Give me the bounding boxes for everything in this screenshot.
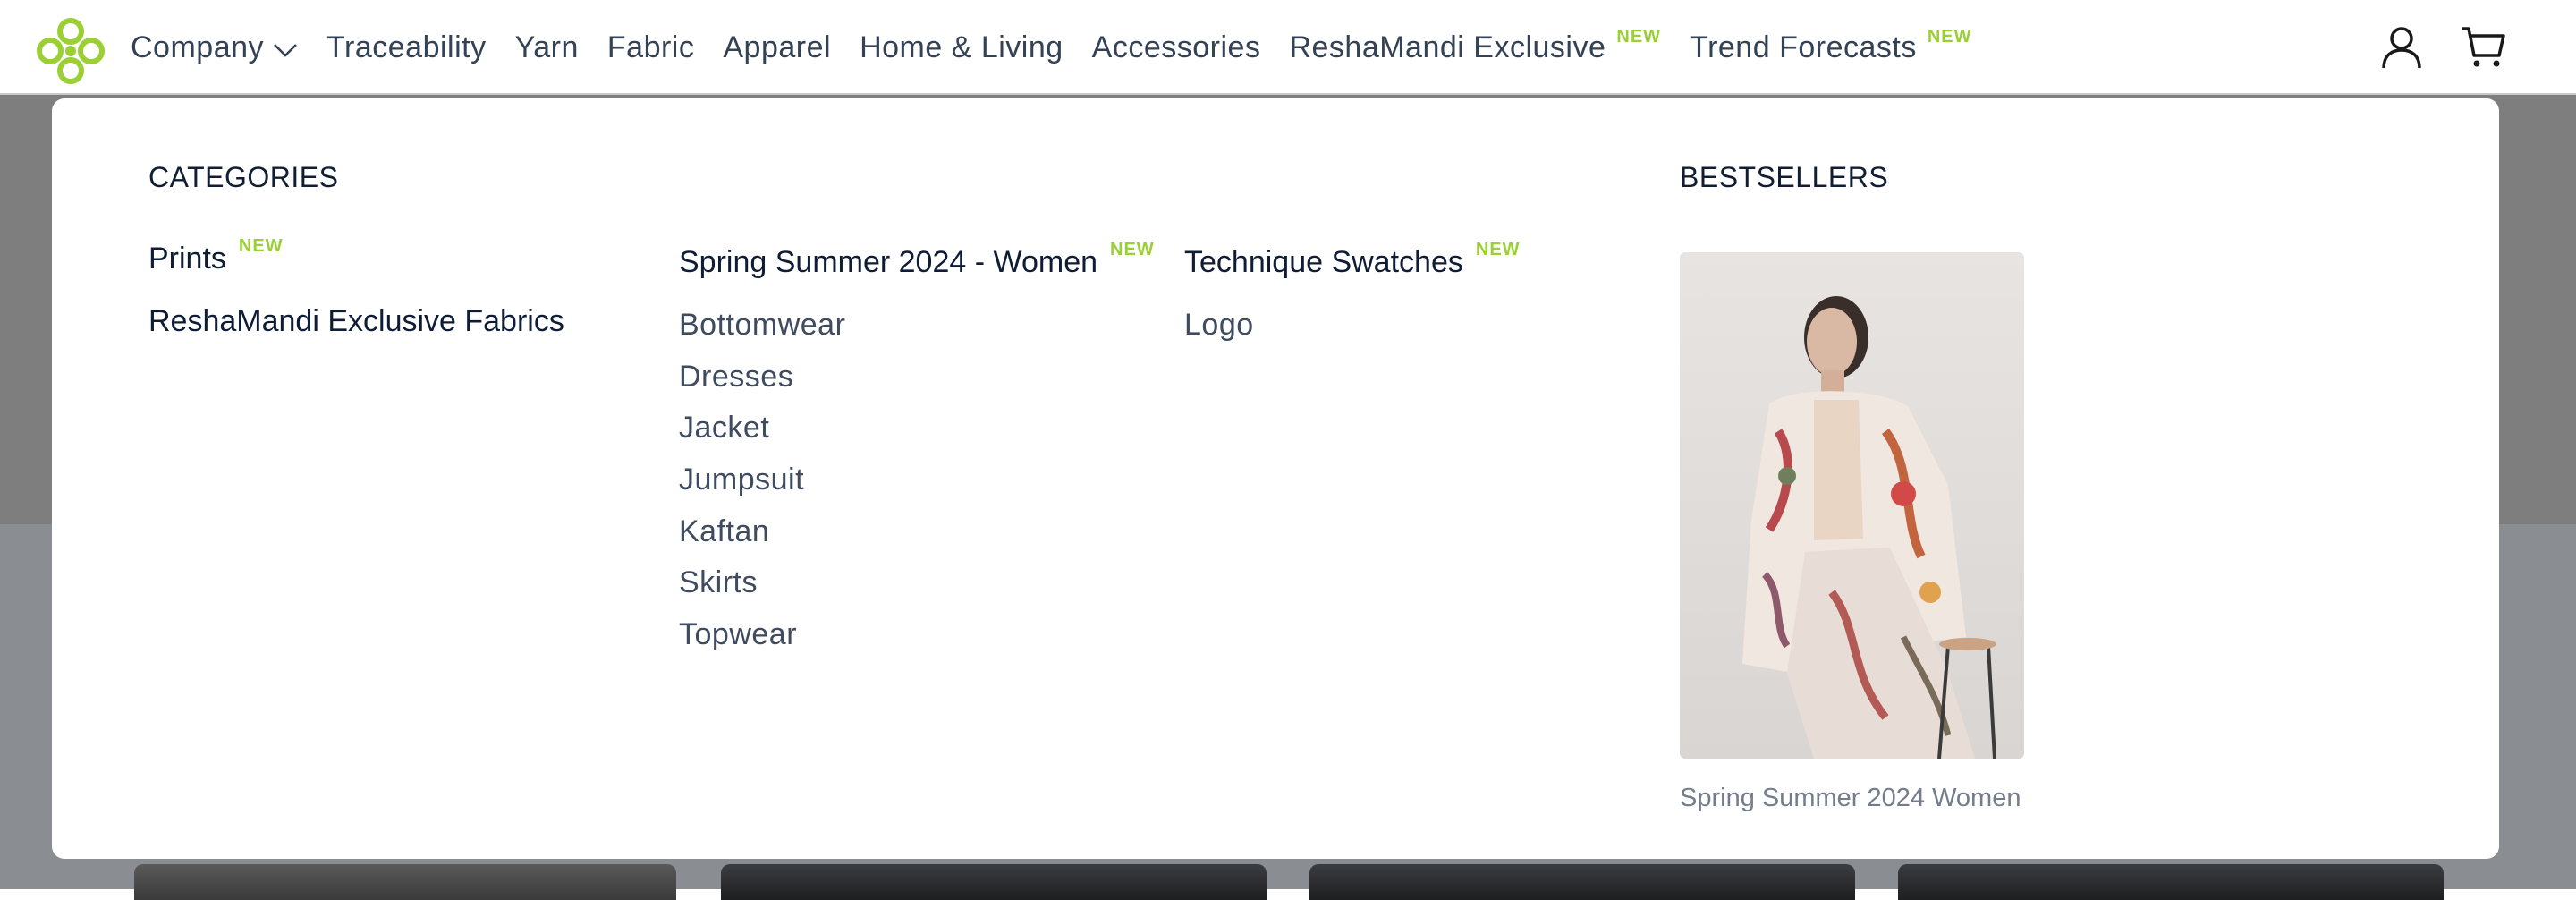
main-nav: Company Traceability Yarn Fabric Apparel… [131,0,2001,95]
category-prints[interactable]: Prints NEW [148,236,284,276]
category-prints-label: Prints [148,242,226,276]
user-icon[interactable] [2381,25,2422,70]
new-badge: NEW [1616,26,1662,47]
nav-reshamandi-exclusive-label: ReshaMandi Exclusive [1289,30,1606,64]
nav-company-label: Company [131,30,265,64]
new-badge: NEW [1475,240,1521,259]
nav-trend-forecasts-label: Trend Forecasts [1690,30,1917,64]
subcategory-dresses[interactable]: Dresses [679,352,845,403]
subcategory-logo[interactable]: Logo [1184,300,1254,352]
subcategory-jacket[interactable]: Jacket [679,403,845,454]
category-reshamandi-exclusive-fabrics[interactable]: ReshaMandi Exclusive Fabrics [148,304,564,339]
bestseller-caption[interactable]: Spring Summer 2024 Women [1680,784,2021,813]
category-reshamandi-exclusive-fabrics-label: ReshaMandi Exclusive Fabrics [148,304,564,338]
nav-yarn-label: Yarn [514,30,579,64]
nav-accessories-label: Accessories [1091,30,1261,64]
subcategory-skirts[interactable]: Skirts [679,557,845,609]
bestsellers-heading: BESTSELLERS [1680,161,1889,193]
subcategory-topwear[interactable]: Topwear [679,609,845,661]
ss24-women-subcategory-list: Bottomwear Dresses Jacket Jumpsuit Kafta… [679,300,845,661]
nav-traceability-label: Traceability [326,30,487,64]
subcategory-kaftan[interactable]: Kaftan [679,506,845,558]
company-mega-menu: CATEGORIES Prints NEW ReshaMandi Exclusi… [52,98,2499,859]
nav-apparel-label: Apparel [723,30,832,64]
cart-icon[interactable] [2460,25,2506,70]
nav-accessories[interactable]: Accessories [1092,30,1261,65]
chevron-down-icon [274,44,297,57]
subcategory-bottomwear[interactable]: Bottomwear [679,300,845,352]
nav-traceability[interactable]: Traceability [326,30,487,65]
nav-company[interactable]: Company [131,30,298,65]
collection-ss24-women[interactable]: Spring Summer 2024 - Women NEW [679,240,1155,280]
nav-reshamandi-exclusive[interactable]: ReshaMandi Exclusive NEW [1289,26,1662,65]
nav-trend-forecasts[interactable]: Trend Forecasts NEW [1690,26,1972,65]
new-badge: NEW [1927,26,1972,47]
categories-heading: CATEGORIES [148,161,339,193]
background-card-4 [1898,864,2444,900]
technique-swatches-subcategory-list: Logo [1184,300,1254,352]
nav-home-living-label: Home & Living [860,30,1063,64]
nav-fabric[interactable]: Fabric [607,30,694,65]
subcategory-jumpsuit[interactable]: Jumpsuit [679,454,845,506]
nav-home-living[interactable]: Home & Living [860,30,1063,65]
background-card-2 [721,864,1267,900]
collection-ss24-women-title: Spring Summer 2024 - Women [679,245,1098,279]
background-card-3 [1309,864,1855,900]
collection-technique-swatches-title: Technique Swatches [1184,245,1463,279]
nav-apparel[interactable]: Apparel [723,30,831,65]
new-badge: NEW [1110,240,1155,259]
collection-technique-swatches[interactable]: Technique Swatches NEW [1184,240,1521,280]
nav-yarn[interactable]: Yarn [515,30,579,65]
nav-fabric-label: Fabric [606,30,695,64]
clover-logo-icon[interactable] [34,16,107,86]
background-card-1 [134,864,676,900]
new-badge: NEW [238,236,284,256]
bestseller-product-image[interactable] [1680,252,2024,759]
site-header: Company Traceability Yarn Fabric Apparel… [0,0,2576,95]
